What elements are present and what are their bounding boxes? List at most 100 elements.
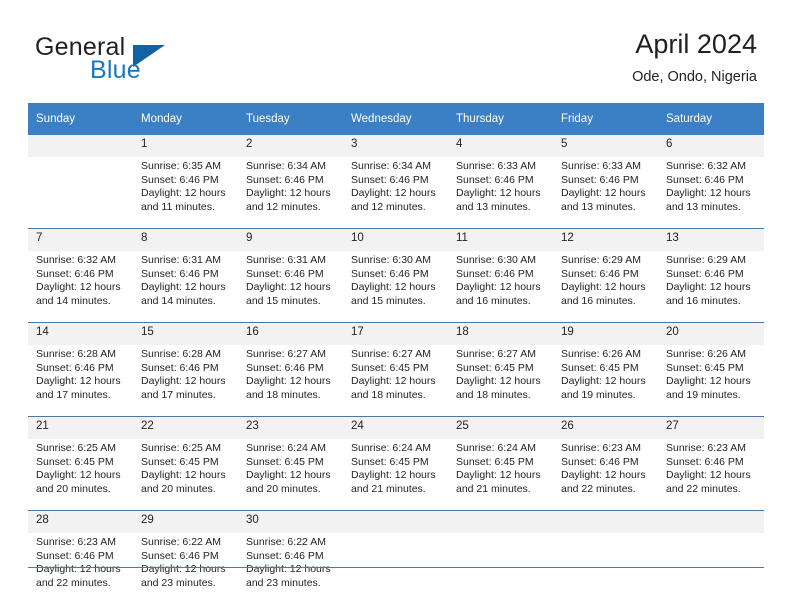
day-cell[interactable] [28, 157, 133, 229]
week-detail-row: Sunrise: 6:32 AM Sunset: 6:46 PM Dayligh… [28, 251, 764, 323]
day-cell[interactable]: Sunrise: 6:32 AM Sunset: 6:46 PM Dayligh… [28, 251, 133, 323]
day-number[interactable] [658, 510, 764, 533]
day-cell[interactable]: Sunrise: 6:30 AM Sunset: 6:46 PM Dayligh… [343, 251, 448, 323]
day-cell[interactable]: Sunrise: 6:28 AM Sunset: 6:46 PM Dayligh… [133, 345, 238, 417]
day-cell[interactable]: Sunrise: 6:26 AM Sunset: 6:45 PM Dayligh… [658, 345, 764, 417]
day-cell[interactable]: Sunrise: 6:23 AM Sunset: 6:46 PM Dayligh… [658, 439, 764, 511]
day-cell[interactable]: Sunrise: 6:34 AM Sunset: 6:46 PM Dayligh… [343, 157, 448, 229]
day-number[interactable]: 21 [28, 416, 133, 439]
sunrise-text: Sunrise: 6:25 AM [36, 442, 116, 454]
sunset-text: Sunset: 6:45 PM [561, 361, 639, 374]
day-cell[interactable] [448, 533, 553, 604]
daylight-text-cont: and 14 minutes. [141, 294, 216, 307]
day-cell[interactable]: Sunrise: 6:24 AM Sunset: 6:45 PM Dayligh… [448, 439, 553, 511]
sunrise-text: Sunrise: 6:23 AM [666, 442, 746, 454]
day-number[interactable]: 29 [133, 510, 238, 533]
location-subtitle: Ode, Ondo, Nigeria [632, 69, 757, 85]
day-cell[interactable]: Sunrise: 6:25 AM Sunset: 6:45 PM Dayligh… [28, 439, 133, 511]
daylight-text-cont: and 16 minutes. [561, 294, 636, 307]
daylight-text-cont: and 16 minutes. [456, 294, 531, 307]
daylight-text-cont: and 22 minutes. [561, 482, 636, 495]
day-number[interactable]: 24 [343, 416, 448, 439]
daylight-text-cont: and 22 minutes. [36, 576, 111, 589]
day-cell[interactable]: Sunrise: 6:31 AM Sunset: 6:46 PM Dayligh… [133, 251, 238, 323]
day-number[interactable]: 26 [553, 416, 658, 439]
daylight-text: Daylight: 12 hours [351, 375, 436, 387]
day-number[interactable]: 19 [553, 322, 658, 345]
sunset-text: Sunset: 6:46 PM [351, 173, 429, 186]
day-cell[interactable]: Sunrise: 6:23 AM Sunset: 6:46 PM Dayligh… [553, 439, 658, 511]
general-blue-logo[interactable]: General Blue [35, 33, 215, 85]
daylight-text-cont: and 15 minutes. [351, 294, 426, 307]
day-cell[interactable]: Sunrise: 6:32 AM Sunset: 6:46 PM Dayligh… [658, 157, 764, 229]
daylight-text-cont: and 18 minutes. [456, 388, 531, 401]
day-cell[interactable]: Sunrise: 6:33 AM Sunset: 6:46 PM Dayligh… [553, 157, 658, 229]
day-cell[interactable]: Sunrise: 6:30 AM Sunset: 6:46 PM Dayligh… [448, 251, 553, 323]
day-cell[interactable]: Sunrise: 6:29 AM Sunset: 6:46 PM Dayligh… [553, 251, 658, 323]
sunset-text: Sunset: 6:45 PM [351, 361, 429, 374]
day-number[interactable]: 2 [238, 135, 343, 157]
day-cell[interactable]: Sunrise: 6:25 AM Sunset: 6:45 PM Dayligh… [133, 439, 238, 511]
day-cell[interactable]: Sunrise: 6:23 AM Sunset: 6:46 PM Dayligh… [28, 533, 133, 604]
day-cell[interactable]: Sunrise: 6:24 AM Sunset: 6:45 PM Dayligh… [343, 439, 448, 511]
daylight-text: Daylight: 12 hours [351, 469, 436, 481]
day-cell[interactable]: Sunrise: 6:33 AM Sunset: 6:46 PM Dayligh… [448, 157, 553, 229]
calendar-grid: Sunday Monday Tuesday Wednesday Thursday… [28, 103, 764, 604]
day-number[interactable]: 5 [553, 135, 658, 157]
day-number[interactable] [553, 510, 658, 533]
day-cell[interactable]: Sunrise: 6:22 AM Sunset: 6:46 PM Dayligh… [133, 533, 238, 604]
daylight-text-cont: and 13 minutes. [666, 200, 741, 213]
day-number[interactable]: 11 [448, 228, 553, 251]
day-number[interactable]: 28 [28, 510, 133, 533]
daylight-text-cont: and 14 minutes. [36, 294, 111, 307]
daylight-text: Daylight: 12 hours [36, 563, 121, 575]
day-cell[interactable]: Sunrise: 6:27 AM Sunset: 6:45 PM Dayligh… [343, 345, 448, 417]
day-cell[interactable] [343, 533, 448, 604]
day-number[interactable]: 15 [133, 322, 238, 345]
daylight-text-cont: and 21 minutes. [456, 482, 531, 495]
week-row: 7 8 9 10 11 12 13 [28, 228, 764, 251]
day-number[interactable]: 3 [343, 135, 448, 157]
day-cell[interactable]: Sunrise: 6:24 AM Sunset: 6:45 PM Dayligh… [238, 439, 343, 511]
day-cell[interactable]: Sunrise: 6:28 AM Sunset: 6:46 PM Dayligh… [28, 345, 133, 417]
day-cell[interactable]: Sunrise: 6:31 AM Sunset: 6:46 PM Dayligh… [238, 251, 343, 323]
day-number[interactable]: 14 [28, 322, 133, 345]
day-cell[interactable]: Sunrise: 6:26 AM Sunset: 6:45 PM Dayligh… [553, 345, 658, 417]
day-number[interactable]: 30 [238, 510, 343, 533]
day-cell[interactable]: Sunrise: 6:34 AM Sunset: 6:46 PM Dayligh… [238, 157, 343, 229]
day-number[interactable]: 10 [343, 228, 448, 251]
day-number[interactable]: 4 [448, 135, 553, 157]
day-number[interactable]: 9 [238, 228, 343, 251]
day-number[interactable]: 7 [28, 228, 133, 251]
day-number[interactable]: 27 [658, 416, 764, 439]
day-number[interactable] [343, 510, 448, 533]
day-cell[interactable]: Sunrise: 6:29 AM Sunset: 6:46 PM Dayligh… [658, 251, 764, 323]
day-number[interactable]: 16 [238, 322, 343, 345]
sunset-text: Sunset: 6:46 PM [561, 267, 639, 280]
week-detail-row: Sunrise: 6:28 AM Sunset: 6:46 PM Dayligh… [28, 345, 764, 417]
daylight-text-cont: and 18 minutes. [351, 388, 426, 401]
day-number[interactable]: 1 [133, 135, 238, 157]
daylight-text: Daylight: 12 hours [246, 563, 331, 575]
day-number[interactable] [448, 510, 553, 533]
day-number[interactable]: 18 [448, 322, 553, 345]
day-number[interactable]: 6 [658, 135, 764, 157]
day-number[interactable]: 8 [133, 228, 238, 251]
day-number[interactable]: 20 [658, 322, 764, 345]
day-cell[interactable]: Sunrise: 6:22 AM Sunset: 6:46 PM Dayligh… [238, 533, 343, 604]
day-number[interactable]: 25 [448, 416, 553, 439]
day-cell[interactable] [553, 533, 658, 604]
day-cell[interactable]: Sunrise: 6:35 AM Sunset: 6:46 PM Dayligh… [133, 157, 238, 229]
day-number[interactable] [28, 135, 133, 157]
day-number[interactable]: 12 [553, 228, 658, 251]
daylight-text: Daylight: 12 hours [141, 469, 226, 481]
day-number[interactable]: 13 [658, 228, 764, 251]
sunrise-text: Sunrise: 6:23 AM [561, 442, 641, 454]
weekday-header-monday: Monday [133, 103, 238, 135]
day-number[interactable]: 22 [133, 416, 238, 439]
day-number[interactable]: 17 [343, 322, 448, 345]
day-cell[interactable]: Sunrise: 6:27 AM Sunset: 6:45 PM Dayligh… [448, 345, 553, 417]
day-cell[interactable]: Sunrise: 6:27 AM Sunset: 6:46 PM Dayligh… [238, 345, 343, 417]
day-cell[interactable] [658, 533, 764, 604]
day-number[interactable]: 23 [238, 416, 343, 439]
